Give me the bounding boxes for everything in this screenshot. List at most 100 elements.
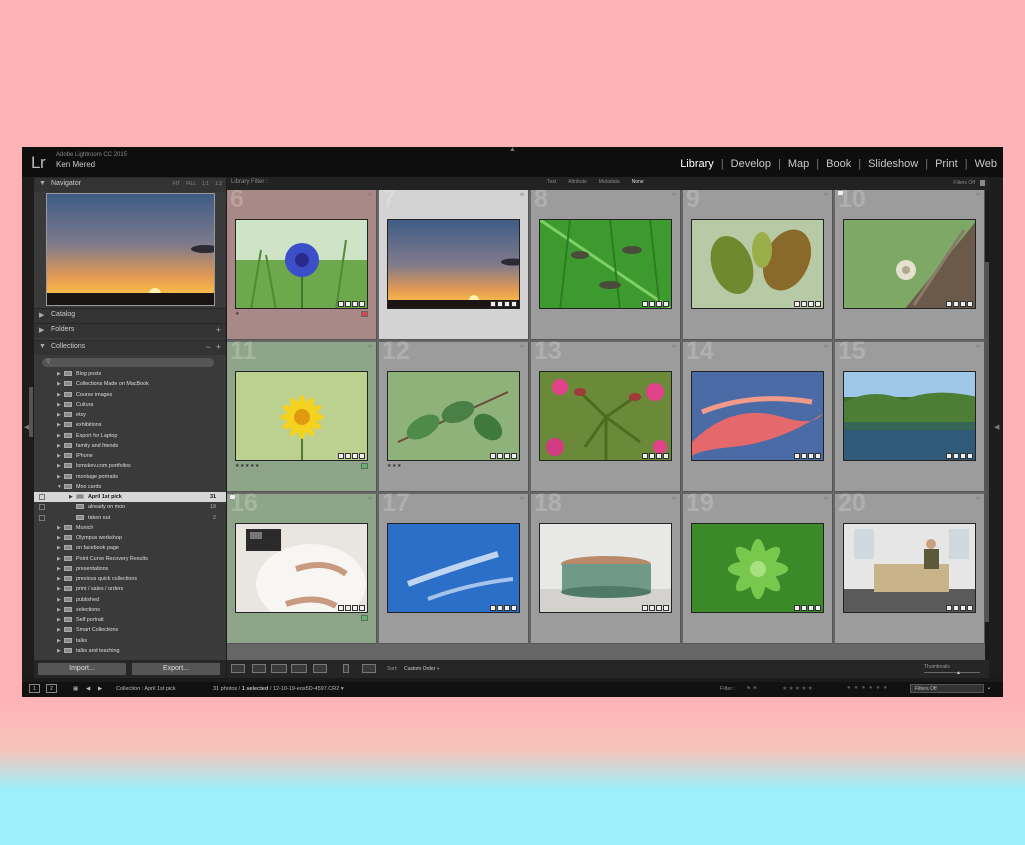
- slider-handle-icon[interactable]: ▲: [956, 670, 961, 676]
- collection-item[interactable]: ▶ Cultura: [34, 400, 226, 410]
- grid-view-icon[interactable]: [231, 664, 245, 673]
- collection-item[interactable]: ▶ Smart Collections: [34, 625, 226, 635]
- rotate-icon[interactable]: ⟲: [368, 344, 372, 350]
- expand-right-icon[interactable]: ◀: [994, 423, 999, 431]
- collection-item[interactable]: ▶ Olympus workshop: [34, 533, 226, 543]
- metadata-badge-icon[interactable]: [794, 301, 800, 307]
- color-label-icon[interactable]: [361, 463, 368, 469]
- collapsed-arrow-icon[interactable]: ▶: [69, 494, 73, 500]
- develop-badge-icon[interactable]: [359, 605, 365, 611]
- collection-target-checkbox[interactable]: [39, 494, 45, 500]
- collapsed-arrow-icon[interactable]: ▶: [57, 535, 61, 541]
- collection-badge-icon[interactable]: [345, 605, 351, 611]
- collection-badge-icon[interactable]: [953, 453, 959, 459]
- filmstrip-lock-icon[interactable]: ▪: [988, 686, 990, 692]
- collapsed-arrow-icon[interactable]: ▶: [57, 597, 61, 603]
- collection-item[interactable]: ▶ iPhone: [34, 451, 226, 461]
- color-label-icon[interactable]: [361, 311, 368, 317]
- collapsed-arrow-icon[interactable]: ▶: [57, 566, 61, 572]
- collection-badge-icon[interactable]: [801, 453, 807, 459]
- people-view-icon[interactable]: [313, 664, 327, 673]
- spray-can-icon[interactable]: [343, 664, 349, 673]
- sort-dropdown[interactable]: Custom Order ÷: [404, 666, 440, 672]
- develop-badge-icon[interactable]: [511, 453, 517, 459]
- develop-badge-icon[interactable]: [663, 301, 669, 307]
- collapsed-arrow-icon[interactable]: ▶: [57, 412, 61, 418]
- collapsed-arrow-icon[interactable]: ▶: [57, 381, 61, 387]
- photo-cell[interactable]: 10 ⟲: [835, 190, 985, 340]
- photo-thumbnail[interactable]: [387, 219, 520, 309]
- collapsed-arrow-icon[interactable]: ▶: [57, 443, 61, 449]
- collection-item[interactable]: ▶ Export for Laptop: [34, 431, 226, 441]
- photo-cell[interactable]: 18 ⟲: [531, 489, 681, 644]
- filter-metadata[interactable]: Metadata: [599, 179, 620, 185]
- collection-item[interactable]: ▶ exhibitions: [34, 420, 226, 430]
- collapsed-arrow-icon[interactable]: ▶: [57, 392, 61, 398]
- crop-badge-icon[interactable]: [352, 605, 358, 611]
- main-window-button[interactable]: 1: [29, 684, 40, 693]
- photo-cell[interactable]: 16 ⟲: [227, 489, 377, 644]
- photo-thumbnail[interactable]: [235, 371, 368, 461]
- navigator-header[interactable]: ▼ Navigator FIT FILL 1:1 1:2: [34, 177, 226, 192]
- collection-badge-icon[interactable]: [497, 605, 503, 611]
- crop-badge-icon[interactable]: [504, 605, 510, 611]
- develop-badge-icon[interactable]: [359, 301, 365, 307]
- collection-badge-icon[interactable]: [345, 453, 351, 459]
- metadata-badge-icon[interactable]: [794, 453, 800, 459]
- collection-item[interactable]: ▶ talks: [34, 636, 226, 646]
- collapse-top-icon[interactable]: ▲: [509, 147, 516, 153]
- collection-item[interactable]: ▶ Collections Made on MacBook: [34, 379, 226, 389]
- collection-badge-icon[interactable]: [497, 301, 503, 307]
- photo-cell[interactable]: 14 ⟲: [683, 337, 833, 492]
- expanded-arrow-icon[interactable]: ▼: [57, 484, 62, 490]
- metadata-badge-icon[interactable]: [490, 453, 496, 459]
- rotate-icon[interactable]: ⟲: [520, 192, 524, 198]
- second-window-button[interactable]: 2: [46, 684, 57, 693]
- photo-thumbnail[interactable]: [235, 523, 368, 613]
- collapsed-arrow-icon[interactable]: ▶: [57, 453, 61, 459]
- filmstrip-source[interactable]: Collection : April 1st pick: [116, 686, 176, 692]
- photo-cell[interactable]: 19 ⟲: [683, 489, 833, 644]
- collapsed-arrow-icon[interactable]: ▶: [57, 371, 61, 377]
- module-print[interactable]: Print: [935, 158, 958, 170]
- export-button[interactable]: Export...: [132, 663, 220, 675]
- compare-view-icon[interactable]: [271, 664, 287, 673]
- collection-item[interactable]: ▶ montage portraits: [34, 472, 226, 482]
- develop-badge-icon[interactable]: [815, 301, 821, 307]
- thumbnail-size-slider[interactable]: [924, 672, 980, 673]
- photo-cell[interactable]: 15 ⟲: [835, 337, 985, 492]
- develop-badge-icon[interactable]: [663, 453, 669, 459]
- quick-collection-marker-icon[interactable]: [230, 495, 235, 499]
- crop-badge-icon[interactable]: [656, 453, 662, 459]
- develop-badge-icon[interactable]: [511, 605, 517, 611]
- photo-cell[interactable]: 6 ⟲ ★: [227, 190, 377, 340]
- rotate-icon[interactable]: ⟲: [824, 344, 828, 350]
- import-button[interactable]: Import...: [38, 663, 126, 675]
- collapsed-arrow-icon[interactable]: ▶: [57, 545, 61, 551]
- collection-item[interactable]: ▶ Point Curve Recovery Results: [34, 554, 226, 564]
- module-web[interactable]: Web: [975, 158, 997, 170]
- collapsed-arrow-icon[interactable]: ▶: [57, 433, 61, 439]
- forward-arrow-icon[interactable]: ▶: [98, 686, 102, 692]
- crop-badge-icon[interactable]: [808, 605, 814, 611]
- develop-badge-icon[interactable]: [967, 453, 973, 459]
- metadata-badge-icon[interactable]: [642, 453, 648, 459]
- collapsed-arrow-icon[interactable]: ▶: [57, 463, 61, 469]
- collection-item[interactable]: ▶ family and friends: [34, 441, 226, 451]
- metadata-badge-icon[interactable]: [338, 301, 344, 307]
- lock-icon[interactable]: [980, 180, 985, 186]
- rating-filter-stars[interactable]: ★★★★★: [782, 685, 814, 692]
- rotate-icon[interactable]: ⟲: [520, 496, 524, 502]
- filters-off-dropdown[interactable]: Filters Off: [953, 180, 975, 186]
- metadata-badge-icon[interactable]: [946, 453, 952, 459]
- rotate-icon[interactable]: ⟲: [824, 496, 828, 502]
- rotate-icon[interactable]: ⟲: [672, 192, 676, 198]
- photo-thumbnail[interactable]: [843, 219, 976, 309]
- color-label-filter[interactable]: ● ● ● ● ● ●: [847, 685, 888, 691]
- module-library[interactable]: Library: [680, 158, 714, 170]
- filmstrip-filters-dropdown[interactable]: Filters Off: [910, 684, 984, 693]
- collection-badge-icon[interactable]: [649, 301, 655, 307]
- survey-view-icon[interactable]: [291, 664, 307, 673]
- develop-badge-icon[interactable]: [815, 605, 821, 611]
- collection-item[interactable]: ▶ previous quick collections: [34, 574, 226, 584]
